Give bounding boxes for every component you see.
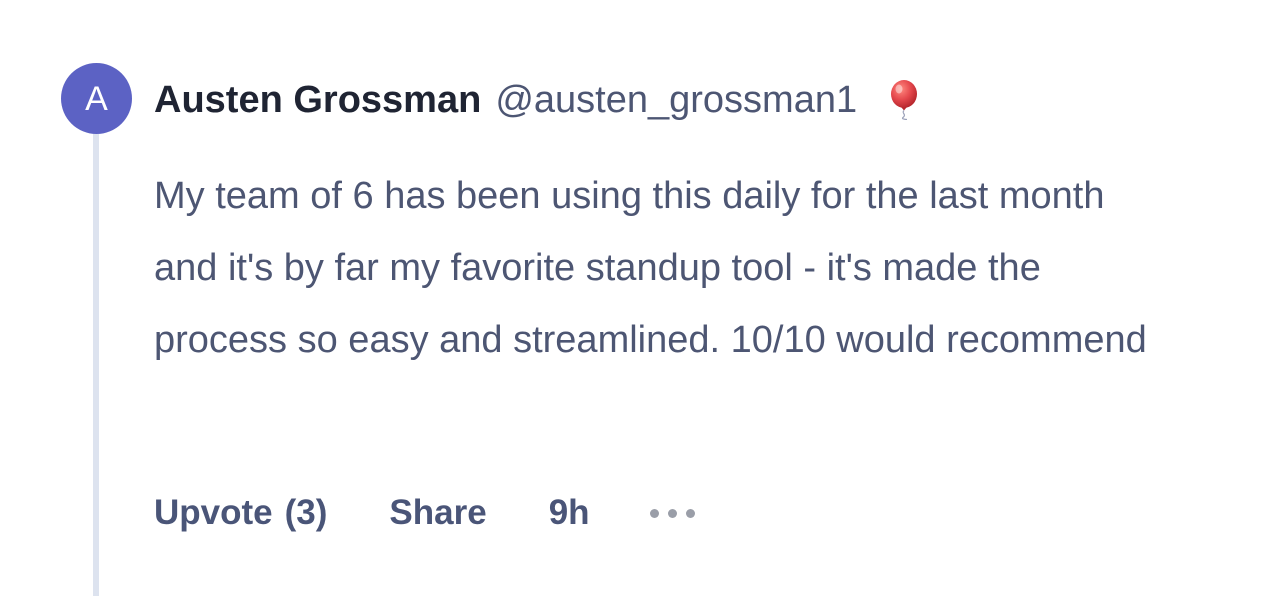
comment-header: Austen Grossman @austen_grossman1	[154, 76, 921, 124]
thread-line	[93, 134, 99, 596]
avatar-initial: A	[85, 79, 108, 118]
more-dot	[685, 508, 695, 518]
more-dot	[667, 508, 677, 518]
avatar[interactable]: A	[61, 63, 132, 134]
more-icon[interactable]	[649, 490, 695, 536]
comment-body: My team of 6 has been using this daily f…	[154, 175, 1147, 361]
upvote-label: Upvote	[154, 493, 273, 532]
upvote-count: (3)	[284, 493, 328, 532]
more-dot	[649, 508, 659, 518]
balloon-icon	[887, 80, 921, 121]
timestamp[interactable]: 9h	[549, 493, 590, 533]
comment-actions: Upvote (3) Share 9h	[154, 490, 695, 536]
author-handle[interactable]: @austen_grossman1	[495, 79, 857, 122]
upvote-button[interactable]: Upvote (3)	[154, 493, 327, 533]
author-name[interactable]: Austen Grossman	[154, 79, 481, 122]
share-button[interactable]: Share	[389, 493, 486, 533]
